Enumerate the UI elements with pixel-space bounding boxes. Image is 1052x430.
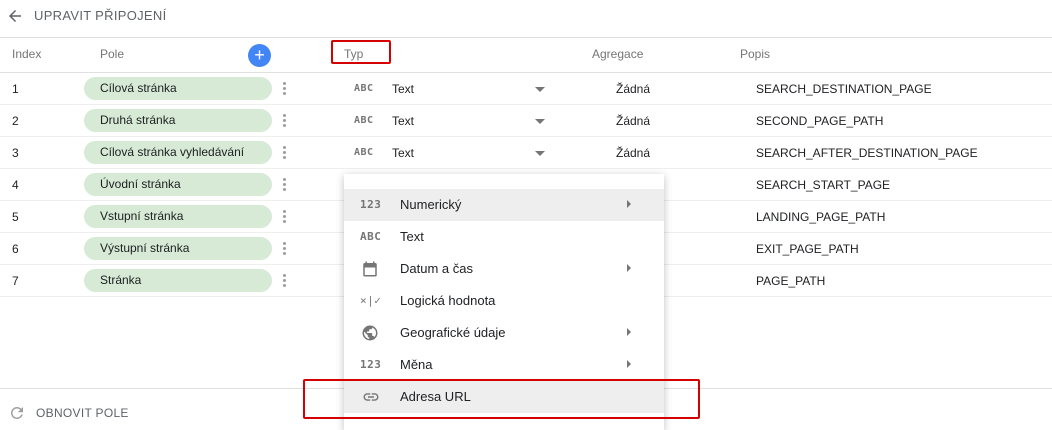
- more-vert-icon[interactable]: [279, 240, 289, 258]
- back-arrow-icon[interactable]: [6, 7, 24, 25]
- description-value: PAGE_PATH: [756, 274, 826, 288]
- dropdown-caret-icon[interactable]: [535, 119, 545, 124]
- row-index: 6: [12, 242, 19, 256]
- field-chip[interactable]: Stránka: [84, 269, 272, 292]
- submenu-arrow-icon: [627, 264, 631, 272]
- text-type-icon: ABC: [360, 230, 382, 243]
- refresh-icon[interactable]: [8, 404, 26, 422]
- menu-item-label: Logická hodnota: [400, 293, 496, 308]
- field-chip[interactable]: Cílová stránka vyhledávání: [84, 141, 272, 164]
- row-index: 3: [12, 146, 19, 160]
- menu-item-boolean[interactable]: ×|✓ Logická hodnota: [344, 285, 664, 317]
- aggregation-value[interactable]: Žádná: [616, 146, 650, 160]
- more-vert-icon[interactable]: [279, 176, 289, 194]
- row-index: 2: [12, 114, 19, 128]
- submenu-arrow-icon: [627, 328, 631, 336]
- menu-item-geo[interactable]: Geografické údaje: [344, 317, 664, 349]
- more-vert-icon[interactable]: [279, 112, 289, 130]
- number-type-icon: 123: [360, 198, 382, 211]
- menu-item-text[interactable]: ABC Text: [344, 221, 664, 253]
- column-header-index: Index: [12, 47, 42, 61]
- divider: [0, 37, 1052, 38]
- top-bar: UPRAVIT PŘIPOJENÍ: [0, 0, 1052, 32]
- add-field-button[interactable]: +: [248, 44, 271, 67]
- more-vert-icon[interactable]: [279, 272, 289, 290]
- aggregation-value[interactable]: Žádná: [616, 114, 650, 128]
- page-title: UPRAVIT PŘIPOJENÍ: [34, 8, 167, 23]
- row-index: 5: [12, 210, 19, 224]
- description-value: LANDING_PAGE_PATH: [756, 210, 886, 224]
- globe-icon: [360, 324, 384, 342]
- table-row: 2 Druhá stránka ABC Text Žádná SECOND_PA…: [0, 105, 1052, 137]
- more-vert-icon[interactable]: [279, 144, 289, 162]
- submenu-arrow-icon: [627, 200, 631, 208]
- text-type-icon: ABC: [354, 115, 374, 126]
- menu-item-currency[interactable]: 123 Měna: [344, 349, 664, 381]
- more-vert-icon[interactable]: [279, 80, 289, 98]
- url-option-highlight: [303, 379, 700, 419]
- field-chip[interactable]: Úvodní stránka: [84, 173, 272, 196]
- field-chip[interactable]: Druhá stránka: [84, 109, 272, 132]
- field-chip[interactable]: Cílová stránka: [84, 77, 272, 100]
- description-value: SEARCH_START_PAGE: [756, 178, 891, 192]
- field-chip[interactable]: Vstupní stránka: [84, 205, 272, 228]
- text-type-icon: ABC: [354, 147, 374, 158]
- type-select[interactable]: Text: [392, 146, 414, 160]
- menu-item-label: Měna: [400, 357, 433, 372]
- menu-item-label: Text: [400, 229, 424, 244]
- plus-icon: +: [254, 45, 265, 65]
- type-header-highlight: [331, 40, 391, 64]
- text-type-icon: ABC: [354, 83, 374, 94]
- table-row: 3 Cílová stránka vyhledávání ABC Text Žá…: [0, 137, 1052, 169]
- row-index: 1: [12, 82, 19, 96]
- description-value: SEARCH_AFTER_DESTINATION_PAGE: [756, 146, 978, 160]
- menu-item-label: Geografické údaje: [400, 325, 506, 340]
- table-row: 1 Cílová stránka ABC Text Žádná SEARCH_D…: [0, 73, 1052, 105]
- currency-icon: 123: [360, 358, 382, 371]
- row-index: 7: [12, 274, 19, 288]
- type-select[interactable]: Text: [392, 114, 414, 128]
- more-vert-icon[interactable]: [279, 208, 289, 226]
- type-select[interactable]: Text: [392, 82, 414, 96]
- menu-item-numeric[interactable]: 123 Numerický: [344, 189, 664, 221]
- menu-item-label: Datum a čas: [400, 261, 473, 276]
- boolean-icon: ×|✓: [360, 294, 382, 307]
- description-value: SEARCH_DESTINATION_PAGE: [756, 82, 932, 96]
- menu-item-label: Numerický: [400, 197, 462, 212]
- aggregation-value[interactable]: Žádná: [616, 82, 650, 96]
- submenu-arrow-icon: [627, 360, 631, 368]
- column-header-aggregation: Agregace: [592, 47, 644, 61]
- column-header-description: Popis: [740, 47, 771, 61]
- row-index: 4: [12, 178, 19, 192]
- dropdown-caret-icon[interactable]: [535, 87, 545, 92]
- description-value: EXIT_PAGE_PATH: [756, 242, 859, 256]
- field-chip[interactable]: Výstupní stránka: [84, 237, 272, 260]
- description-value: SECOND_PAGE_PATH: [756, 114, 884, 128]
- menu-item-datetime[interactable]: Datum a čas: [344, 253, 664, 285]
- calendar-icon: [360, 260, 384, 278]
- refresh-fields-button[interactable]: OBNOVIT POLE: [36, 406, 129, 420]
- column-header-field: Pole: [100, 47, 125, 61]
- dropdown-caret-icon[interactable]: [535, 151, 545, 156]
